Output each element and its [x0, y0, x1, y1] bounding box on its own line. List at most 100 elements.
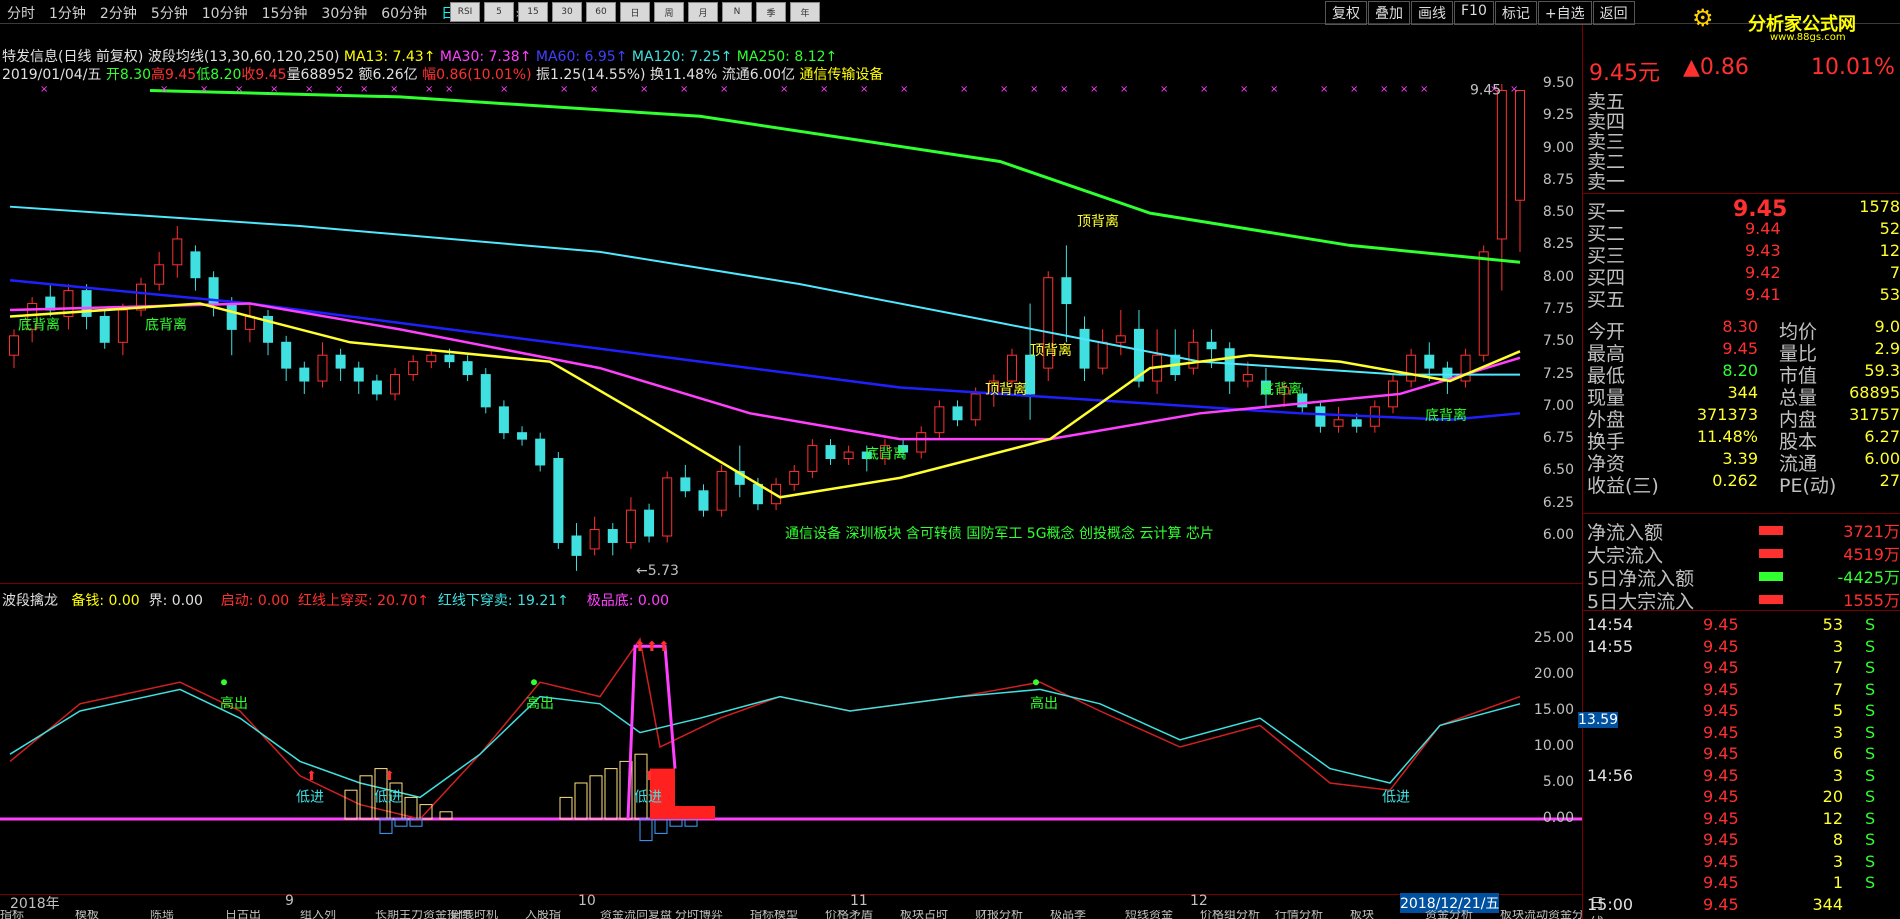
ma60-value: MA60: 6.95↑ [535, 49, 628, 65]
date-label: 10 [578, 893, 596, 909]
period-tab[interactable]: 2分钟 [93, 3, 144, 23]
ma250-value: MA250: 8.12↑ [736, 49, 838, 65]
candle-body [408, 361, 419, 376]
bottom-tab[interactable]: 价格矛盾 [825, 910, 873, 919]
bottom-tab[interactable]: 指标 [0, 910, 24, 919]
price-change: ▲0.86 [1683, 55, 1749, 80]
bottom-tab[interactable]: 分时博弈 [675, 910, 723, 919]
stat-value: 9.45 [1722, 339, 1758, 358]
tool-button[interactable]: 30 [552, 2, 582, 22]
candle-body [154, 264, 165, 285]
toolbar-button[interactable]: 返回 [1592, 1, 1635, 25]
tick-row: 9.45 5 S [1583, 701, 1900, 721]
stat-row: 收益(三) 0.262 PE(动) 27 [1583, 471, 1900, 497]
bottom-tab[interactable]: 行情分析 [1275, 910, 1323, 919]
candle-body [1406, 354, 1417, 382]
candle-body [371, 380, 382, 395]
chart-label: 底背离 [18, 316, 60, 333]
toolbar-button[interactable]: 标记 [1494, 1, 1537, 25]
candle-body [916, 432, 927, 453]
candle-body [843, 451, 854, 460]
bottom-tab[interactable]: 资金分析 [1425, 910, 1473, 919]
tick-volume: 20 [1822, 787, 1843, 806]
signal-marker: × [590, 84, 598, 95]
tool-button[interactable]: RSI [450, 2, 480, 22]
cycle-button[interactable]: N [722, 2, 752, 22]
price-tick: 8.75 [1542, 171, 1574, 188]
bottom-tab[interactable]: 极品季 [1050, 910, 1086, 919]
signal-marker: × [425, 84, 433, 95]
bottom-tab[interactable]: 入股指 [525, 910, 561, 919]
hist-bar-up [589, 775, 603, 820]
price-tick: 6.50 [1542, 462, 1574, 479]
bottom-tab[interactable]: 价格组分析 [1200, 910, 1260, 919]
toolbar-button[interactable]: F10 [1454, 1, 1494, 25]
cycle-button[interactable]: 年 [790, 2, 820, 22]
toolbar-button[interactable]: 叠加 [1368, 1, 1410, 25]
cycle-button[interactable]: 季 [756, 2, 786, 22]
fast-line [9, 637, 1521, 820]
candle-body [1460, 354, 1471, 382]
bottom-tab[interactable]: 资金流向复盘 [600, 910, 672, 919]
candle-body [1478, 251, 1489, 356]
bottom-tab[interactable]: 日线时机 [450, 910, 498, 919]
signal-marker: × [680, 84, 688, 95]
flow-bar [1759, 526, 1783, 535]
period-tab[interactable]: 1分钟 [42, 3, 93, 23]
period-tab[interactable]: 10分钟 [195, 3, 255, 23]
kline-chart[interactable]: × × × × × × × × × × × × × × × × × × × × × × × × × × × × × × × × × × × × × ×底背… [0, 80, 1582, 580]
period-tab[interactable]: 30分钟 [314, 3, 374, 23]
signal-marker: × [500, 84, 508, 95]
bid-volume: 53 [1879, 285, 1900, 304]
signal-marker: × [1030, 84, 1038, 95]
candle-body [517, 432, 528, 440]
bottom-tab[interactable]: 板块流动资金分析 [1500, 910, 1582, 919]
toolbar-button[interactable]: 复权 [1325, 1, 1367, 25]
bottom-tab[interactable]: 财报分析 [975, 910, 1023, 919]
up-arrow-icon: ⬆ [658, 639, 670, 655]
ma30-value: MA30: 7.38↑ [439, 49, 532, 65]
period-tab[interactable]: 5分钟 [144, 3, 195, 23]
tool-button[interactable]: 60 [586, 2, 616, 22]
bottom-tab[interactable]: 组入列 [300, 910, 336, 919]
tick-price: 9.45 [1703, 808, 1739, 828]
top-signal-dot [221, 679, 227, 686]
bottom-tab[interactable]: 指标模型 [750, 910, 798, 919]
bottom-tab[interactable]: 陈瑶 [150, 910, 174, 919]
bottom-tab[interactable]: 模板 [75, 910, 99, 919]
cycle-button[interactable]: 周 [654, 2, 684, 22]
price-tick: 7.25 [1542, 365, 1574, 382]
signal-marker: × [1400, 84, 1408, 95]
tick-volume: 7 [1832, 658, 1843, 677]
tool-button[interactable]: 5 [484, 2, 514, 22]
bid-price: 9.42 [1745, 263, 1781, 282]
price-tick: 6.00 [1542, 527, 1574, 543]
indicator-red-down: 红线下穿卖: 19.21↑ [437, 593, 569, 609]
candle-body [698, 490, 709, 511]
indicator-chart[interactable]: ⬆ ⬆ ⬆高出 高出 高出低进 低进 低进 低进⬆ ⬆ ⬆ [0, 610, 1582, 894]
bottom-tab[interactable]: 板块占时 [900, 910, 948, 919]
tick-price: 9.45 [1703, 615, 1739, 634]
period-tab[interactable]: 分时 [0, 3, 42, 23]
stat-value: 3.39 [1722, 449, 1758, 468]
bottom-tab[interactable]: 日古出 [225, 910, 261, 919]
bottom-tab[interactable]: 板块 [1350, 910, 1374, 919]
cycle-button[interactable]: 月 [688, 2, 718, 22]
toolbar-button[interactable]: +自选 [1537, 1, 1592, 25]
tick-volume: 344 [1812, 894, 1843, 914]
tick-price: 9.45 [1703, 701, 1739, 720]
period-tab[interactable]: 15分钟 [255, 3, 315, 23]
price-tick: 6.25 [1542, 494, 1574, 511]
stat-value: 6.27 [1864, 427, 1900, 446]
candle-body [1206, 341, 1217, 350]
tick-volume: 3 [1832, 636, 1843, 656]
bottom-tab[interactable]: 短线资金 [1125, 910, 1173, 919]
cycle-button[interactable]: 日 [620, 2, 650, 22]
period-toolbar: 分时1分钟2分钟5分钟10分钟15分钟30分钟60分钟日线更多 › RSI515… [0, 0, 1900, 25]
tick-price: 9.45 [1703, 787, 1739, 806]
period-tab[interactable]: 60分钟 [374, 3, 434, 23]
toolbar-button[interactable]: 画线 [1411, 1, 1453, 25]
tool-button[interactable]: 15 [518, 2, 548, 22]
tick-row: 9.45 6 S [1583, 744, 1900, 764]
signal-marker: × [445, 84, 453, 95]
